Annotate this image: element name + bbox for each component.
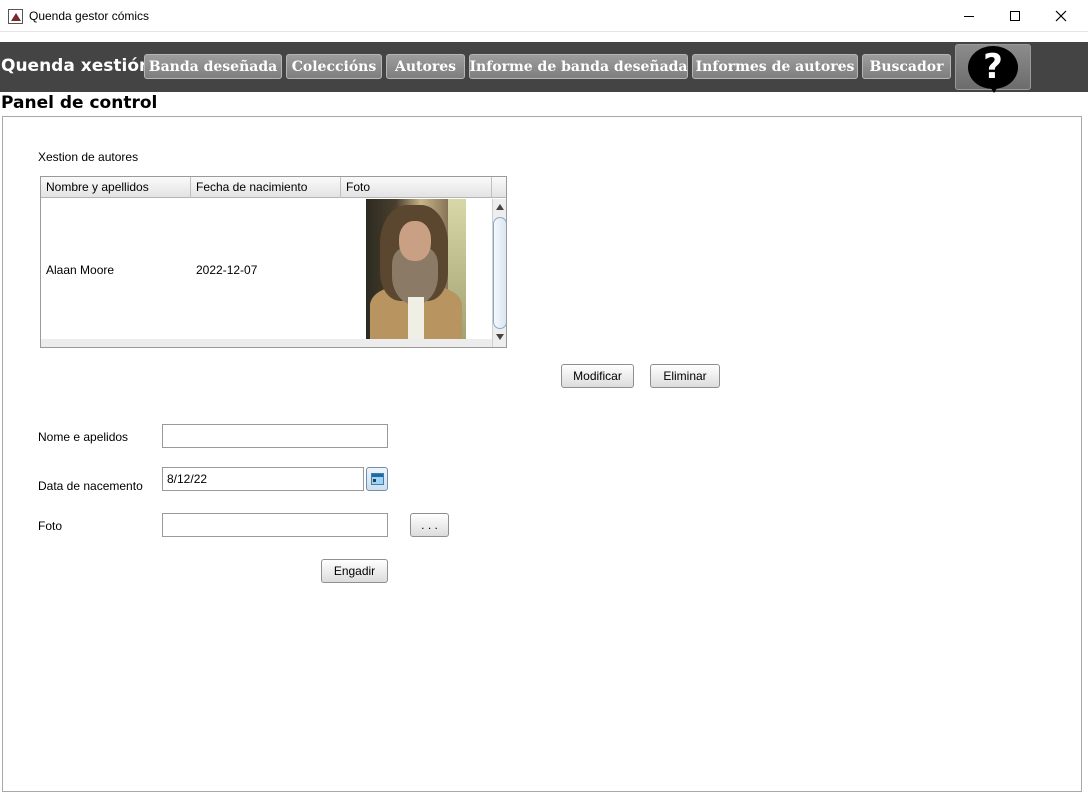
maximize-icon bbox=[1010, 11, 1020, 21]
delete-button[interactable]: Eliminar bbox=[650, 364, 720, 388]
add-button[interactable]: Engadir bbox=[321, 559, 388, 583]
close-icon bbox=[1055, 10, 1067, 22]
authors-table: Nombre y apellidos Fecha de nacimiento F… bbox=[40, 176, 507, 348]
app-brand: Quenda xestión bbox=[1, 56, 152, 76]
minimize-button[interactable] bbox=[946, 0, 992, 32]
window-title: Quenda gestor cómics bbox=[29, 9, 150, 23]
nav-coleccions-button[interactable]: Coleccións bbox=[286, 54, 382, 79]
help-icon: ? bbox=[968, 46, 1018, 89]
table-vertical-scrollbar[interactable] bbox=[492, 199, 506, 347]
close-button[interactable] bbox=[1038, 0, 1084, 32]
photo-path-field[interactable] bbox=[162, 513, 388, 537]
help-icon-tail bbox=[989, 85, 999, 93]
nav-informe-banda-desenada-button[interactable]: Informe de banda deseñada bbox=[469, 54, 688, 79]
table-header: Nombre y apellidos Fecha de nacimiento F… bbox=[41, 177, 492, 198]
column-header-photo[interactable]: Foto bbox=[341, 177, 492, 198]
help-button[interactable]: ? bbox=[955, 44, 1031, 93]
scroll-up-icon[interactable] bbox=[496, 204, 504, 210]
table-row[interactable]: Alaan Moore 2022-12-07 bbox=[41, 199, 492, 347]
window-titlebar: Quenda gestor cómics bbox=[0, 0, 1088, 32]
help-glyph: ? bbox=[983, 47, 1003, 87]
scroll-down-icon[interactable] bbox=[496, 334, 504, 340]
page-title: Panel de control bbox=[1, 93, 158, 113]
birth-date-label: Data de nacemento bbox=[38, 479, 143, 493]
maximize-button[interactable] bbox=[992, 0, 1038, 32]
cell-birth-date: 2022-12-07 bbox=[196, 263, 258, 277]
table-footer bbox=[41, 339, 492, 347]
cell-author-name: Alaan Moore bbox=[46, 263, 115, 277]
birth-date-field[interactable]: 8/12/22 bbox=[162, 467, 364, 491]
nav-banda-desenada-button[interactable]: Banda deseñada bbox=[144, 54, 282, 79]
table-header-corner bbox=[492, 177, 506, 198]
column-header-name[interactable]: Nombre y apellidos bbox=[41, 177, 191, 198]
name-label: Nome e apelidos bbox=[38, 430, 129, 444]
author-photo bbox=[366, 199, 466, 347]
section-label: Xestion de autores bbox=[38, 150, 139, 164]
browse-photo-button[interactable]: . . . bbox=[410, 513, 449, 537]
minimize-icon bbox=[964, 15, 974, 17]
column-header-birth-date[interactable]: Fecha de nacimiento bbox=[191, 177, 341, 198]
modify-button[interactable]: Modificar bbox=[561, 364, 634, 388]
main-menubar: Quenda xestión Banda deseñada Coleccións… bbox=[0, 42, 1088, 93]
scrollbar-thumb[interactable] bbox=[493, 217, 506, 329]
photo-label: Foto bbox=[38, 519, 63, 533]
nav-informes-autores-button[interactable]: Informes de autores bbox=[692, 54, 858, 79]
nav-autores-button[interactable]: Autores bbox=[386, 54, 465, 79]
name-field[interactable] bbox=[162, 424, 388, 448]
date-picker-button[interactable] bbox=[366, 467, 388, 491]
nav-buscador-button[interactable]: Buscador bbox=[862, 54, 951, 79]
calendar-icon bbox=[371, 473, 384, 485]
app-icon bbox=[8, 9, 23, 24]
